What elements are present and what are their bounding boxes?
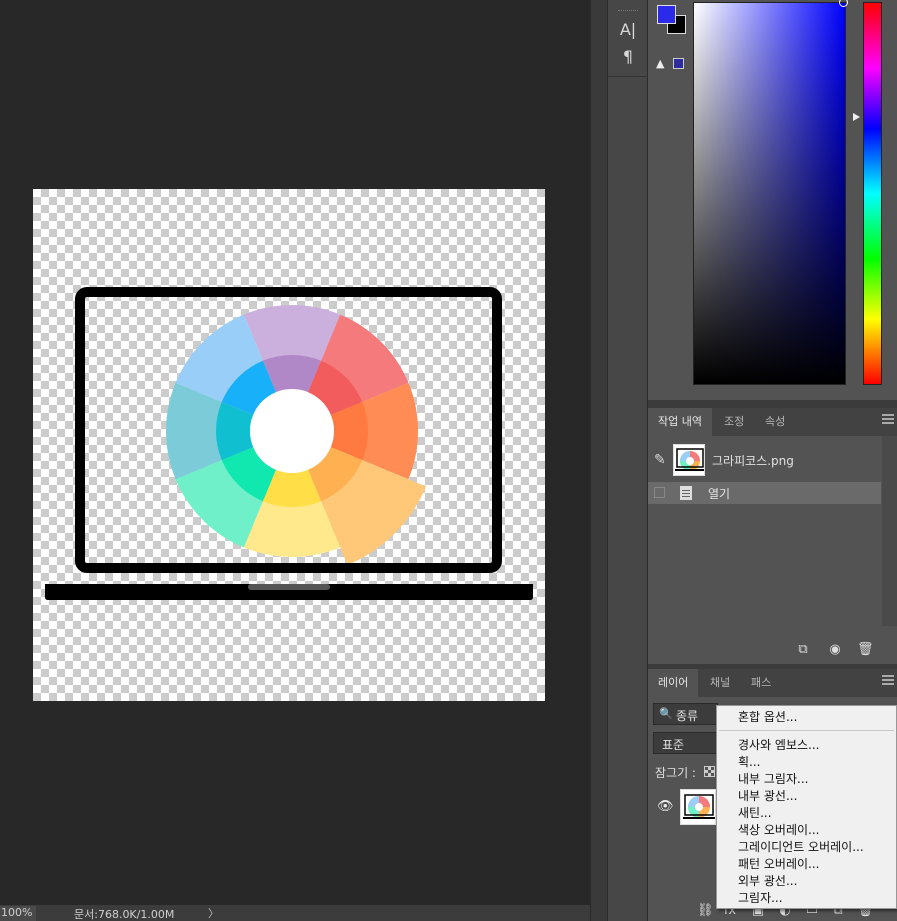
menu-item-satin[interactable]: 새틴... — [717, 805, 896, 822]
camera-icon[interactable]: ◉ — [828, 643, 842, 657]
tab-history[interactable]: 작업 내역 — [648, 408, 712, 436]
document-size-info: 문서:768.0K/1.00M — [74, 908, 175, 921]
layer-thumbnail — [680, 789, 716, 825]
kind-filter-label: 종류 — [676, 709, 699, 723]
wheel-hole — [250, 389, 334, 473]
tab-layers[interactable]: 레이어 — [648, 669, 699, 697]
tool-divider — [608, 76, 649, 77]
history-step-open[interactable]: 열기 — [648, 482, 881, 504]
menu-item-inner-glow[interactable]: 내부 광선... — [717, 788, 896, 805]
link-layers-icon[interactable]: ⛓ — [697, 904, 714, 918]
panel-menu-icon[interactable] — [882, 414, 894, 424]
menu-item-bevel-emboss[interactable]: 경사와 엠보스... — [717, 737, 896, 754]
blend-mode-select[interactable]: 표준 — [653, 732, 718, 754]
foreground-color-swatch[interactable] — [657, 5, 676, 24]
history-step-label: 열기 — [708, 487, 731, 501]
history-footer: ⧉ ◉ 🗑 — [648, 636, 897, 664]
color-panel: ▲ — [648, 0, 897, 400]
document-window[interactable] — [0, 0, 590, 905]
visibility-eye-icon[interactable]: 👁 — [657, 799, 674, 814]
menu-item-stroke[interactable]: 획... — [717, 754, 896, 771]
character-tool-icon[interactable]: A| — [616, 20, 640, 42]
menu-item-gradient-overlay[interactable]: 그레이디언트 오버레이... — [717, 839, 896, 856]
history-panel: ✎ 그라피코스.png 열기 ⧉ ◉ 🗑 — [648, 436, 897, 664]
blend-mode-label: 표준 — [662, 738, 685, 752]
snapshot-thumbnail — [673, 444, 705, 476]
history-brush-icon[interactable]: ✎ — [654, 452, 666, 468]
laptop-notch — [248, 584, 330, 590]
new-document-from-state-icon[interactable]: ⧉ — [796, 643, 810, 657]
paragraph-tool-icon[interactable]: ¶ — [616, 47, 640, 69]
panel-menu-icon[interactable] — [882, 675, 894, 685]
menu-item-blending-options[interactable]: 혼합 옵션... — [717, 709, 896, 726]
laptop-color-wheel-image — [45, 287, 533, 600]
menu-separator — [719, 730, 894, 731]
vertical-scrollbar[interactable] — [590, 0, 607, 921]
menu-item-pattern-overlay[interactable]: 패턴 오버레이... — [717, 856, 896, 873]
saturation-brightness-field[interactable] — [693, 2, 846, 385]
gamut-color-swatch[interactable] — [673, 58, 684, 69]
hue-slider-pointer-icon[interactable] — [853, 113, 860, 121]
lock-transparency-icon[interactable] — [704, 766, 715, 777]
zoom-level[interactable]: 100% — [0, 906, 36, 921]
search-icon: 🔍 — [659, 707, 673, 720]
color-picker-marker[interactable] — [839, 0, 848, 7]
status-menu-arrow-icon[interactable]: 〉 — [208, 905, 219, 921]
tool-panel: A| ¶ — [607, 0, 649, 921]
history-snapshot[interactable]: ✎ 그라피코스.png — [648, 442, 881, 478]
lock-label: 잠그기 : — [655, 766, 696, 780]
history-source-checkbox[interactable] — [654, 487, 665, 498]
tab-channels[interactable]: 채널 — [700, 669, 740, 697]
gamut-warning-icon[interactable]: ▲ — [656, 57, 664, 70]
canvas[interactable] — [33, 189, 545, 701]
status-bar: 100% 문서:768.0K/1.00M 〉 — [0, 905, 590, 921]
menu-item-color-overlay[interactable]: 색상 오버레이... — [717, 822, 896, 839]
trash-icon[interactable]: 🗑 — [857, 643, 874, 657]
panel-divider — [648, 400, 897, 408]
layers-tab-row: 레이어 채널 패스 — [648, 669, 897, 697]
menu-item-outer-glow[interactable]: 외부 광선... — [717, 873, 896, 890]
layer-style-menu: 혼합 옵션... 경사와 엠보스... 획... 내부 그림자... 내부 광선… — [716, 705, 897, 909]
menu-item-inner-shadow[interactable]: 내부 그림자... — [717, 771, 896, 788]
tab-adjustments[interactable]: 조정 — [714, 408, 754, 436]
menu-item-drop-shadow[interactable]: 그림자... — [717, 890, 896, 907]
document-icon — [680, 486, 692, 500]
tab-paths[interactable]: 패스 — [741, 669, 781, 697]
tab-properties[interactable]: 속성 — [755, 408, 795, 436]
layer-kind-filter[interactable]: 🔍 종류 — [653, 703, 718, 725]
hue-slider[interactable] — [863, 2, 882, 385]
panel-grip[interactable] — [618, 10, 638, 13]
history-tab-row: 작업 내역 조정 속성 — [648, 408, 897, 436]
snapshot-label: 그라피코스.png — [712, 454, 794, 468]
history-scrollbar[interactable] — [882, 436, 897, 626]
